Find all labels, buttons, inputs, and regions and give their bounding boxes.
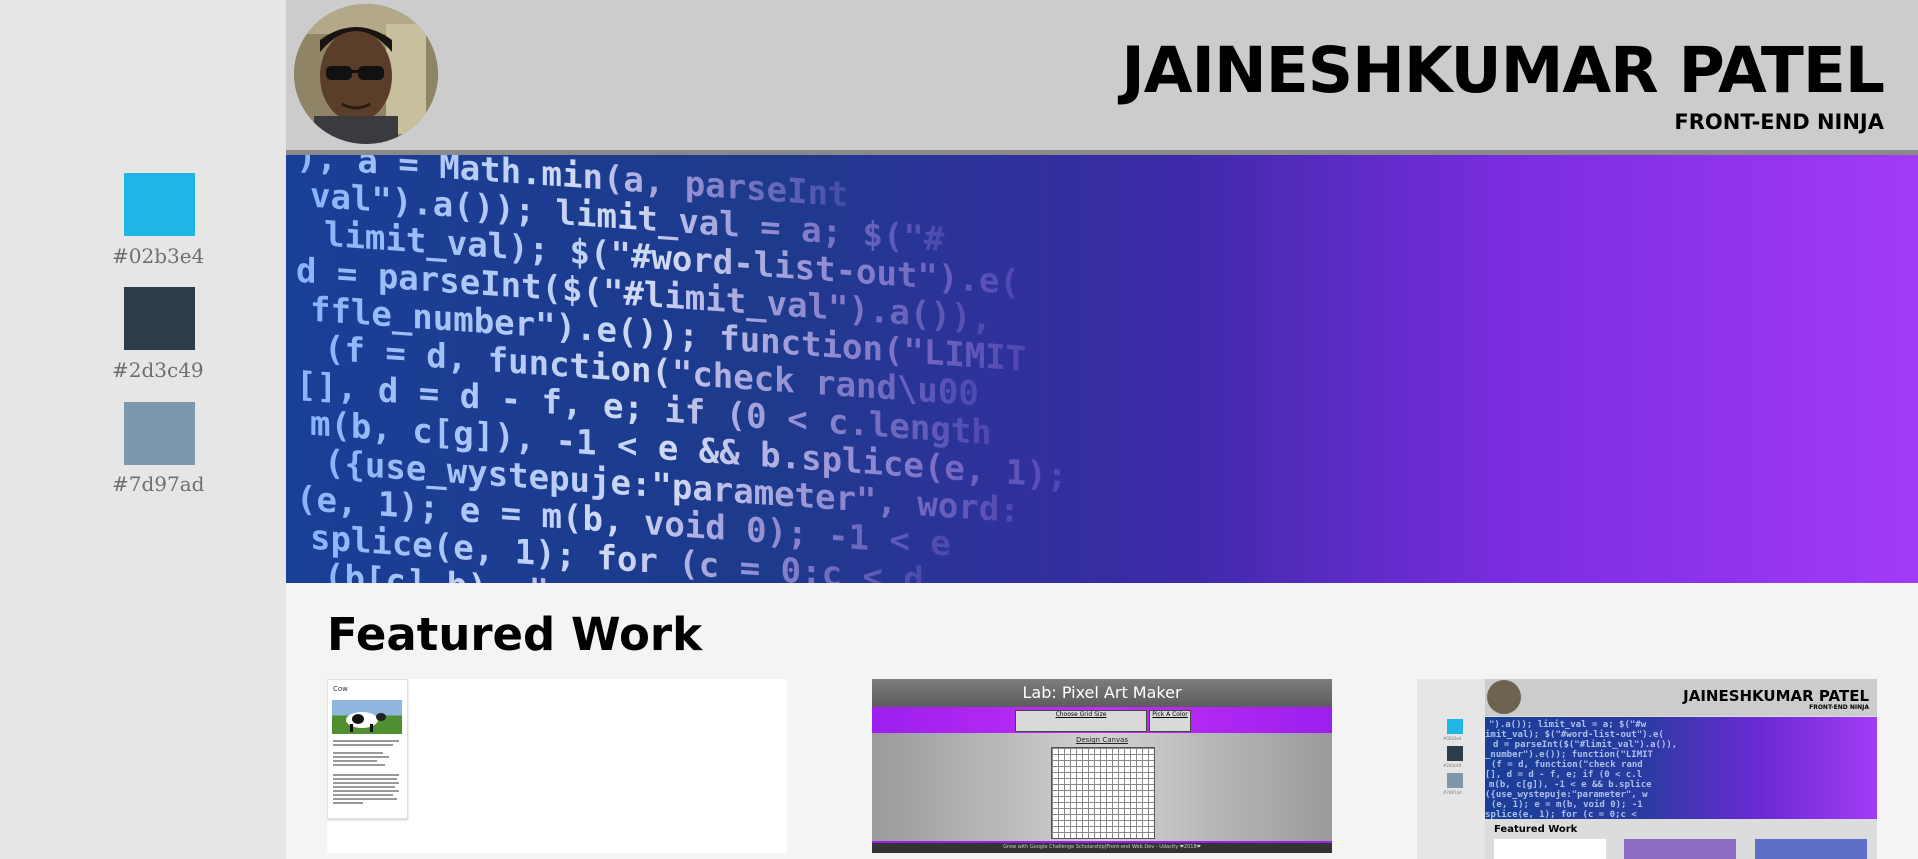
swatch-dark [124, 287, 195, 350]
mini-swatch-label: #7d97ad [1443, 790, 1462, 795]
mini-code-image: ").a()); limit_val = a; $("#w imit_val);… [1485, 719, 1677, 819]
mini-featured-heading: Featured Work [1494, 824, 1578, 835]
svg-text:imit_val); $("#word-list-out"): imit_val); $("#word-list-out").e( [1485, 729, 1664, 740]
svg-text:[], d = d - f, e; if (0 < c.l: [], d = d - f, e; if (0 < c.l [1485, 769, 1642, 780]
swatch-blue-label: #02b3e4 [112, 244, 205, 268]
choose-grid-label: Choose Grid Size [1055, 711, 1107, 718]
swatch-blue [124, 173, 195, 236]
pick-color-label: Pick A Color [1152, 711, 1188, 718]
cow-image [332, 700, 402, 734]
site-header: JAINESHKUMAR PATEL FRONT-END NINJA [286, 0, 1918, 152]
svg-text:splice(e, 1); for (c = 0;c <: splice(e, 1); for (c = 0;c < [1485, 809, 1637, 819]
svg-text:_number").e()); function("LIMI: _number").e()); function("LIMIT [1485, 749, 1654, 760]
mini-name: JAINESHKUMAR PATEL [1683, 687, 1869, 705]
project-card-cow[interactable]: Cow [327, 679, 787, 853]
mini-tagline: FRONT-END NINJA [1809, 704, 1869, 711]
svg-text:(e, 1); e = m(b, void 0); -1: (e, 1); e = m(b, void 0); -1 [1491, 799, 1643, 810]
svg-text:d = parseInt($("#limit_val").a: d = parseInt($("#limit_val").a()), [1493, 739, 1677, 750]
cow-doc-thumbnail: Cow [327, 679, 408, 819]
featured-work-heading: Featured Work [327, 608, 703, 661]
cow-doc-title: Cow [333, 685, 348, 693]
project-card-portfolio[interactable]: #02b3e4 #2d3c49 #7d97ad JAINESHKUMAR PAT… [1417, 679, 1877, 859]
tagline: FRONT-END NINJA [1674, 110, 1884, 134]
swatch-dark-label: #2d3c49 [112, 358, 204, 382]
swatch-grey-blue [124, 402, 195, 465]
hero-banner: ), a = Math.min(a, parseInt val").a()); l… [286, 155, 1918, 583]
avatar [294, 4, 438, 144]
mini-swatch-label: #02b3e4 [1443, 736, 1462, 741]
swatch-grey-blue-label: #7d97ad [112, 472, 205, 496]
mini-avatar [1487, 680, 1521, 714]
color-palette-sidebar: #02b3e4 #2d3c49 #7d97ad [0, 0, 286, 859]
svg-text:m(b, c[g]), -1 < e && b.splice: m(b, c[g]), -1 < e && b.splice [1489, 779, 1652, 790]
cow-icon [346, 712, 386, 732]
mini-hero: ").a()); limit_val = a; $("#w imit_val);… [1485, 717, 1877, 819]
choose-grid-size-panel: Choose Grid Size [1015, 710, 1147, 732]
code-background-image: ), a = Math.min(a, parseIntval").a()); l… [296, 155, 1067, 583]
pixel-art-footer: Grow with Google Challenge Scholarship|F… [1003, 844, 1201, 850]
design-canvas-label: Design Canvas [1075, 736, 1129, 744]
svg-text:({use_wystepuje:"parameter", w: ({use_wystepuje:"parameter", w [1485, 789, 1648, 800]
page-title: JAINESHKUMAR PATEL [1121, 34, 1885, 107]
design-canvas-grid [1051, 747, 1155, 839]
pixel-art-title: Lab: Pixel Art Maker [1022, 683, 1182, 702]
profile-photo-icon [294, 4, 438, 144]
svg-text:(f = d, function("check rand: (f = d, function("check rand [1491, 759, 1643, 770]
mini-swatch-label: #2d3c49 [1443, 763, 1462, 768]
pick-color-panel: Pick A Color [1149, 710, 1191, 732]
project-card-pixel-art[interactable]: Lab: Pixel Art Maker Choose Grid Size Pi… [872, 679, 1332, 853]
svg-text:").a()); limit_val = a; $("#w: ").a()); limit_val = a; $("#w [1489, 719, 1647, 730]
